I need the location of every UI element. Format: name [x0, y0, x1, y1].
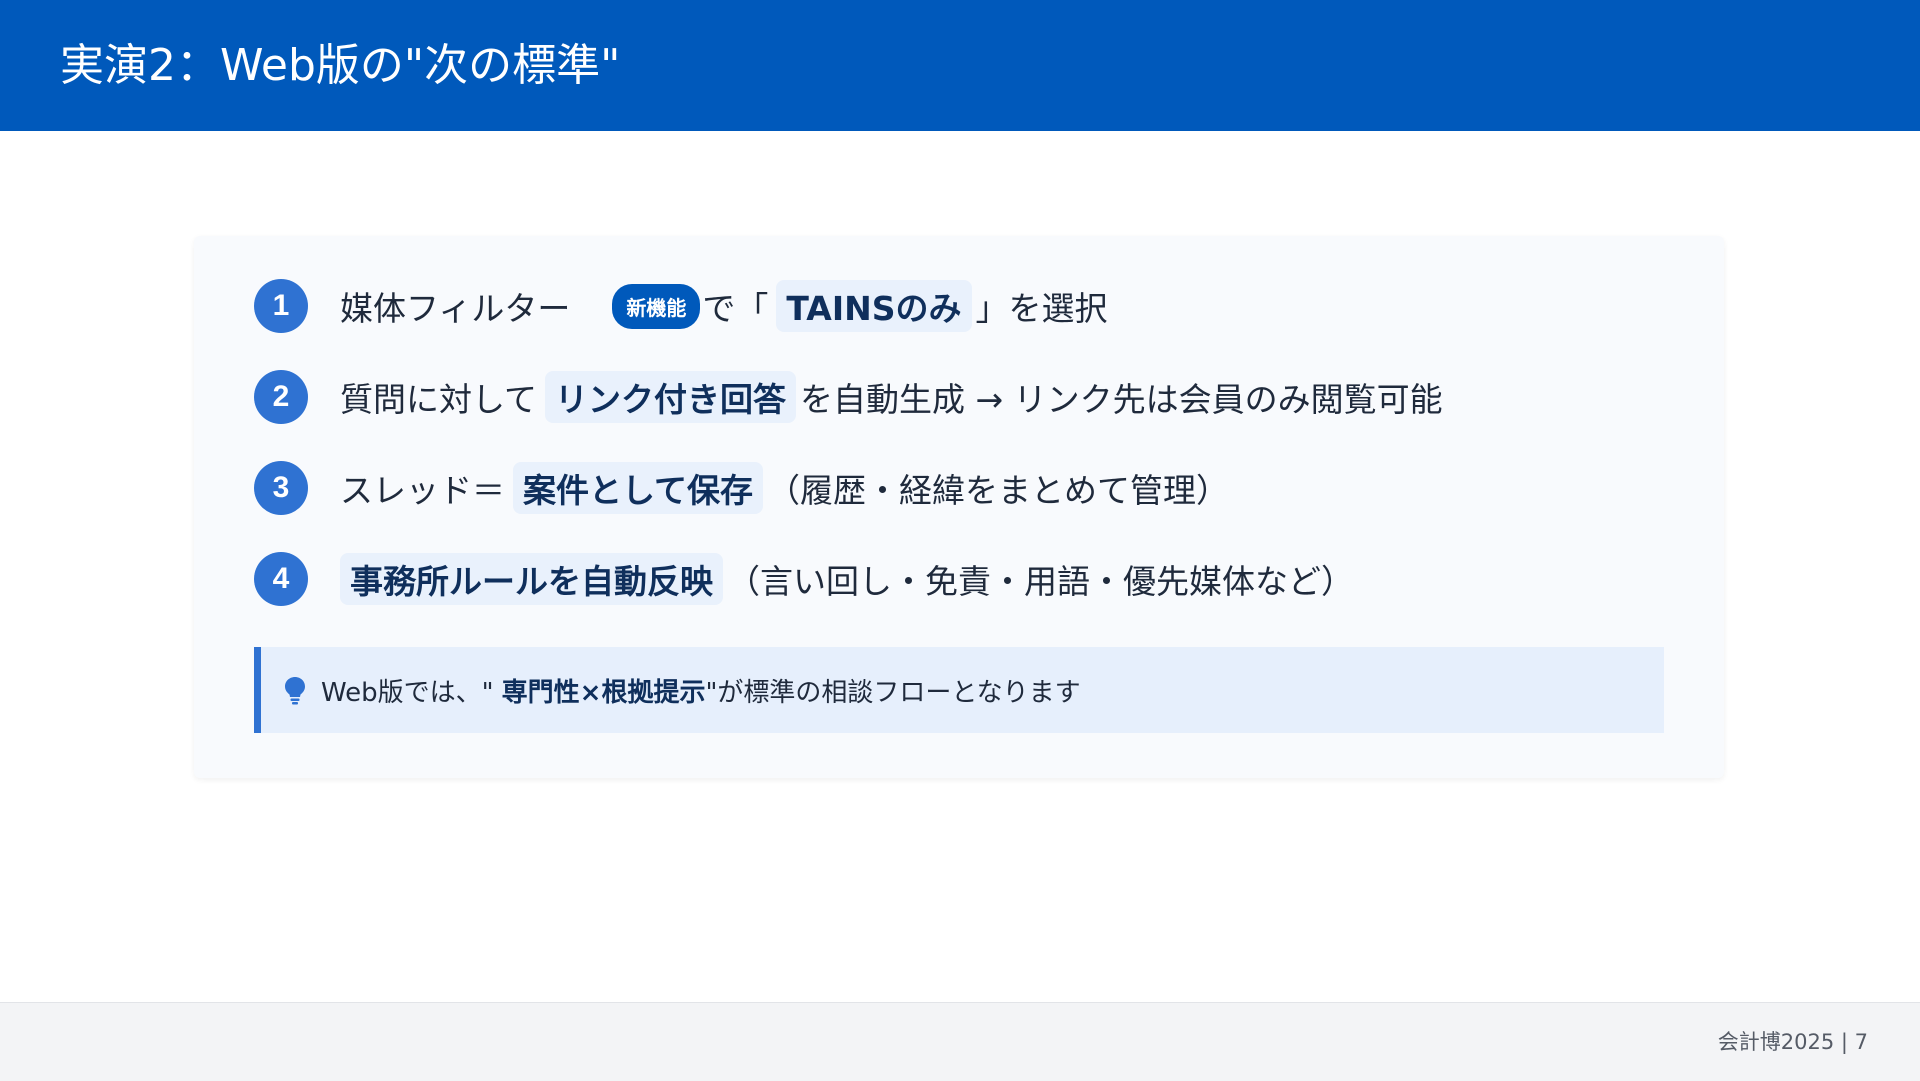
step-4-post: （言い回し・免責・用語・優先媒体など）	[727, 562, 1354, 601]
note-text-bold: 専門性×根拠提示	[501, 677, 706, 708]
step-1-highlight: TAINSのみ	[776, 280, 972, 332]
step-3-text: スレッド＝	[340, 471, 505, 510]
step-1-mid: で「	[702, 289, 769, 328]
step-number-4: 4	[254, 552, 308, 606]
step-number-2: 2	[254, 370, 308, 424]
note-callout: Web版では、" 専門性×根拠提示 "が標準の相談フローとなります	[254, 647, 1664, 733]
step-2-highlight: リンク付き回答	[545, 371, 797, 423]
step-item-2: 2 質問に対して リンク付き回答 を自動生成 → リンク先は会員のみ閲覧可能	[254, 367, 1443, 427]
page-number: 会計博2025 | 7	[1717, 1030, 1868, 1054]
slide-footer: 会計博2025 | 7	[0, 1002, 1920, 1081]
lightbulb-icon	[285, 677, 305, 705]
note-text-pre: Web版では、"	[321, 677, 494, 708]
step-3-highlight: 案件として保存	[513, 462, 764, 514]
step-2-text: 質問に対して	[340, 380, 538, 419]
note-text-post: "が標準の相談フローとなります	[705, 677, 1081, 708]
step-1-text: 媒体フィルター	[340, 289, 571, 328]
step-3-post: （履歴・経緯をまとめて管理）	[767, 471, 1230, 510]
step-1-post: 」を選択	[975, 289, 1108, 328]
slide-title: 実演2：Web版の"次の標準"	[60, 40, 621, 91]
step-item-1: 1 媒体フィルター 新機能 で「 TAINSのみ 」を選択	[254, 276, 1108, 336]
slide-header: 実演2：Web版の"次の標準"	[0, 0, 1920, 131]
step-number-1: 1	[254, 279, 308, 333]
step-2-post: を自動生成 → リンク先は会員のみ閲覧可能	[800, 380, 1443, 419]
step-item-4: 4 事務所ルールを自動反映 （言い回し・免責・用語・優先媒体など）	[254, 549, 1354, 609]
step-item-3: 3 スレッド＝ 案件として保存 （履歴・経緯をまとめて管理）	[254, 458, 1229, 518]
step-number-3: 3	[254, 461, 308, 515]
new-feature-badge: 新機能	[612, 283, 701, 329]
step-4-highlight: 事務所ルールを自動反映	[340, 553, 723, 605]
steps-card: 1 媒体フィルター 新機能 で「 TAINSのみ 」を選択 2 質問に対して リ…	[194, 236, 1724, 778]
